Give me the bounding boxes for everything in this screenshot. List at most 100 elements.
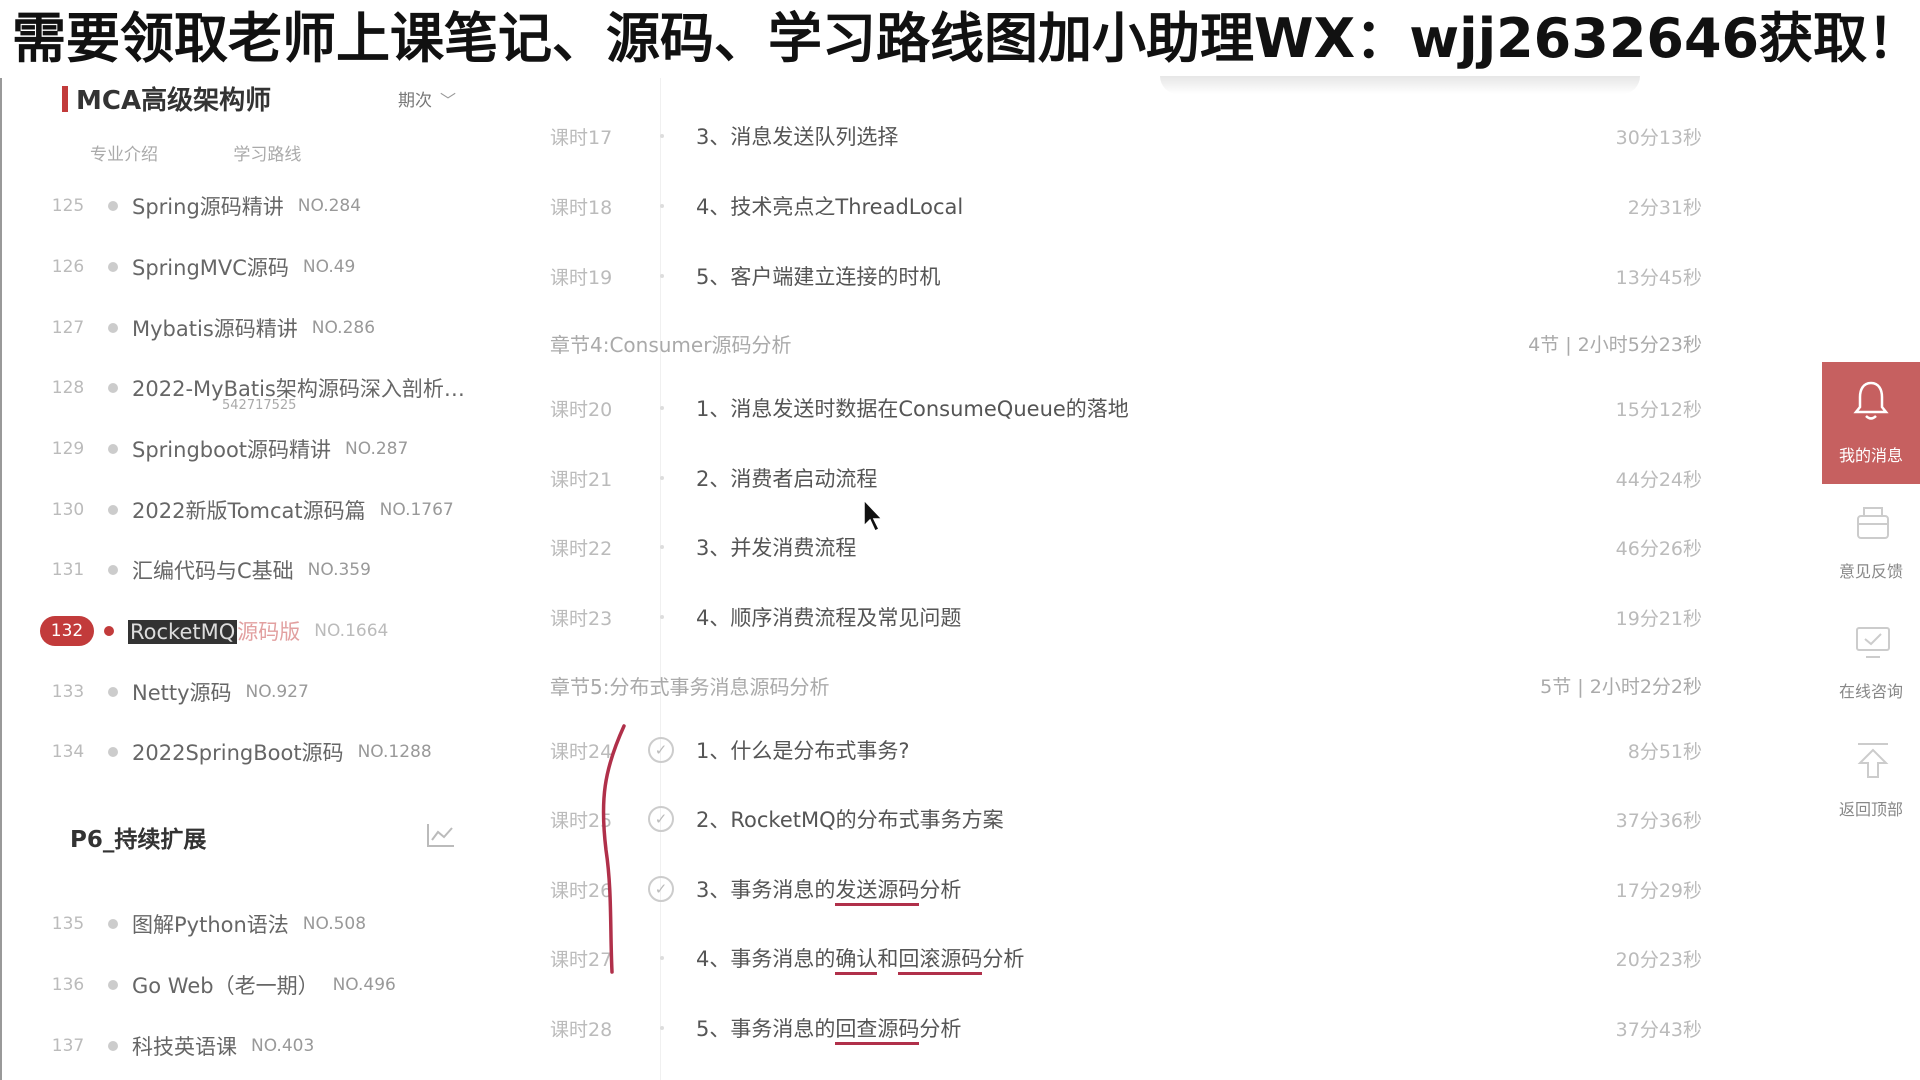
consult-button[interactable]: 在线咨询 [1822,614,1920,724]
chapter-summary: 5节 | 2小时2分2秒 [1540,675,1702,698]
course-item[interactable]: 130 2022新版Tomcat源码篇 NO.1767 [0,490,480,530]
bullet-dot [108,747,118,757]
bullet-dot [108,201,118,211]
lesson-row[interactable]: 课时23 4、顺序消费流程及常见问题 19分21秒 [520,592,1820,642]
course-item[interactable]: 133 Netty源码 NO.927 [0,672,480,712]
lesson-title: 4、事务消息的确认和回滚源码分析 [696,943,1025,975]
lesson-row[interactable]: 课时21 2、消费者启动流程 44分24秒 [520,453,1820,503]
title-part: 分析 [919,878,962,902]
bullet-dot [108,383,118,393]
lesson-duration: 20分23秒 [1615,948,1702,971]
course-item[interactable]: 126 SpringMVC源码 NO.49 [0,247,480,287]
my-messages-button[interactable]: 我的消息 [1822,362,1920,484]
lesson-duration: 30分13秒 [1615,126,1702,149]
sub-links: 专业介绍 学习路线 [90,140,371,165]
my-messages-label: 我的消息 [1838,446,1903,465]
lesson-row[interactable]: 课时20 1、消息发送时数据在ConsumeQueue的落地 15分12秒 [520,383,1820,433]
bullet-dot [108,919,118,929]
lesson-row[interactable]: 课时24 ✓ 1、什么是分布式事务? 8分51秒 [520,725,1820,775]
lesson-row[interactable]: 课时27 4、事务消息的确认和回滚源码分析 20分23秒 [520,933,1820,983]
lesson-row[interactable]: 课时22 3、并发消费流程 46分26秒 [520,522,1820,572]
bullet-dot [660,615,664,619]
course-item[interactable]: 135 图解Python语法 NO.508 [0,904,480,944]
lesson-row[interactable]: 课时19 5、客户端建立连接的时机 13分45秒 [520,251,1820,301]
course-name: Mybatis源码精讲 [132,317,298,341]
course-item[interactable]: 129 Springboot源码精讲 NO.287 [0,429,480,469]
course-no: NO.287 [345,439,409,459]
lesson-duration: 2分31秒 [1627,196,1702,219]
course-name: 汇编代码与C基础 [132,559,294,583]
course-item[interactable]: 125 Spring源码精讲 NO.284 [0,186,480,226]
feedback-button[interactable]: 意见反馈 [1822,494,1920,604]
lesson-row[interactable]: 课时18 4、技术亮点之ThreadLocal 2分31秒 [520,181,1820,231]
title-underlined: 发送源码 [835,878,920,906]
bullet-dot [108,1041,118,1051]
lesson-list: 课时17 3、消息发送队列选择 30分13秒 课时18 4、技术亮点之Threa… [520,78,1820,1080]
title-part: 分析 [919,1017,962,1041]
title-part: 和 [877,947,899,971]
lesson-number: 课时21 [550,468,613,491]
course-item[interactable]: 127 Mybatis源码精讲 NO.286 [0,308,480,348]
bullet-dot [108,262,118,272]
lesson-duration: 46分26秒 [1615,537,1702,560]
chapter-header[interactable]: 章节4:Consumer源码分析 4节 | 2小时5分23秒 [520,321,1820,365]
lesson-number: 课时26 [550,879,613,902]
check-circle-icon: ✓ [648,737,674,763]
link-roadmap[interactable]: 学习路线 [233,145,301,165]
bullet-dot [108,565,118,575]
course-name: Springboot源码精讲 [132,438,332,462]
lesson-title: 5、事务消息的回查源码分析 [696,1013,962,1045]
bullet-dot [108,687,118,697]
course-name: Go Web（老一期） [132,974,319,998]
course-num: 130 [51,500,85,520]
course-name-rest: 源码版 [237,620,301,644]
lesson-number: 课时25 [550,809,613,832]
course-no: NO.403 [251,1036,315,1056]
lesson-row[interactable]: 课时28 5、事务消息的回查源码分析 37分43秒 [520,1003,1820,1053]
title-underlined: 确认 [835,947,878,975]
course-num: 128 [51,378,85,398]
course-item[interactable]: 136 Go Web（老一期） NO.496 [0,965,480,1005]
back-to-top-label: 返回顶部 [1838,800,1903,819]
lesson-number: 课时19 [550,266,613,289]
lesson-duration: 44分24秒 [1615,468,1702,491]
course-item[interactable]: 134 2022SpringBoot源码 NO.1288 [0,732,480,772]
bullet-dot [660,956,664,960]
title-part: 分析 [982,947,1025,971]
lesson-row[interactable]: 课时17 3、消息发送队列选择 30分13秒 [520,111,1820,161]
link-intro[interactable]: 专业介绍 [90,145,158,165]
course-item[interactable]: 137 科技英语课 NO.403 [0,1026,480,1066]
lesson-number: 课时28 [550,1018,613,1041]
title-underlined: 回滚源码 [898,947,983,975]
period-selector[interactable]: 期次 ﹀ [398,86,456,111]
title-part: 4、事务消息的 [696,947,836,971]
lesson-row[interactable]: 课时26 ✓ 3、事务消息的发送源码分析 17分29秒 [520,864,1820,914]
consult-label: 在线咨询 [1838,682,1903,701]
lesson-duration: 37分43秒 [1615,1018,1702,1041]
lesson-duration: 19分21秒 [1615,607,1702,630]
bullet-dot [104,626,114,636]
course-no: NO.359 [307,560,371,580]
bullet-dot [660,476,664,480]
lesson-number: 课时18 [550,196,613,219]
course-name: Netty源码 [132,681,232,705]
feedback-label: 意见反馈 [1838,562,1903,581]
back-to-top-button[interactable]: 返回顶部 [1822,732,1920,842]
course-item[interactable]: 131 汇编代码与C基础 NO.359 [0,550,480,590]
lesson-row[interactable]: 课时25 ✓ 2、RocketMQ的分布式事务方案 37分36秒 [520,794,1820,844]
course-no: NO.1288 [357,742,432,762]
course-name: SpringMVC源码 [132,256,289,280]
course-name: 图解Python语法 [132,913,289,937]
course-no: NO.1664 [314,621,389,641]
sidebar-title: MCA高级架构师 [76,86,272,116]
lesson-number: 课时24 [550,740,613,763]
lesson-number: 课时20 [550,398,613,421]
check-circle-icon: ✓ [648,806,674,832]
lesson-duration: 17分29秒 [1615,879,1702,902]
course-name: 2022SpringBoot源码 [132,741,344,765]
chart-icon[interactable] [426,822,456,848]
course-item[interactable]: 128 2022-MyBatis架构源码深入剖析… 542717525 [0,368,480,413]
course-item-active[interactable]: 132 RocketMQ源码版 NO.1664 [0,611,480,651]
chapter-header[interactable]: 章节5:分布式事务消息源码分析 5节 | 2小时2分2秒 [520,663,1820,707]
lesson-number: 课时27 [550,948,613,971]
